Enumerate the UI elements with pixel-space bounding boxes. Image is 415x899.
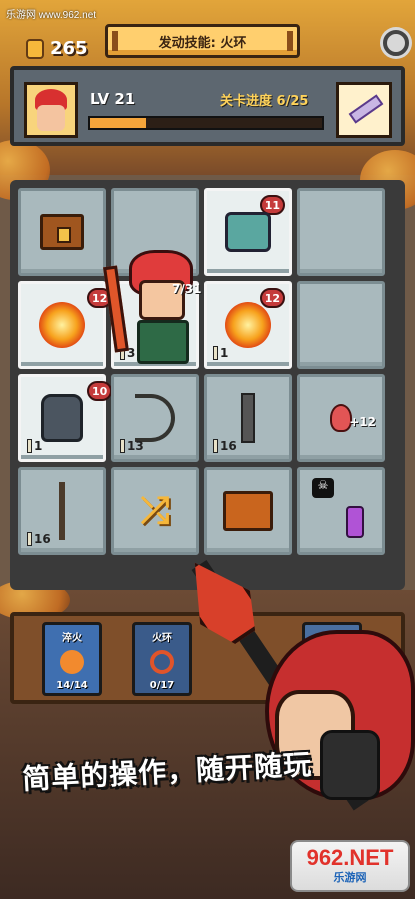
game-board: 11 12 3 12 1 10 1 13 16 +12 16 ⤮ ☠ <box>10 180 405 590</box>
board-tile[interactable]: 11 <box>204 188 292 276</box>
skull-icon: ☠ <box>312 478 334 498</box>
watermark-text: 乐游网 www.962.net <box>6 10 97 21</box>
sword-mini-icon <box>27 439 32 453</box>
skill-banner: 发动技能: 火环 <box>105 24 300 58</box>
tile-count: 16 <box>213 439 237 453</box>
site-logo-sub: 乐游网 <box>333 871 367 884</box>
board-tile[interactable]: 16 <box>18 467 106 555</box>
skill-card-quench[interactable]: 淬火 14/14 <box>42 622 102 696</box>
player-status-panel: LV 21 关卡进度 6/25 <box>10 66 405 146</box>
stage-progress-label: 关卡进度 6/25 <box>220 94 309 109</box>
blade-item-button[interactable] <box>336 82 392 138</box>
board-tile[interactable]: ☠ <box>297 467 385 555</box>
avatar[interactable] <box>24 82 78 138</box>
gear-icon[interactable] <box>383 30 409 56</box>
forge-icon <box>223 491 273 531</box>
board-tile[interactable]: 12 1 <box>204 281 292 369</box>
board-tile[interactable]: 16 <box>204 374 292 462</box>
tile-count-value: 16 <box>220 439 237 453</box>
arrow-icon <box>59 482 65 540</box>
sword-mini-icon <box>213 346 218 360</box>
tile-count: 16 <box>27 532 51 546</box>
tile-count: 1 <box>27 439 42 453</box>
board-tile[interactable]: 13 <box>111 374 199 462</box>
tile-count-value: 16 <box>34 532 51 546</box>
hero-character <box>103 250 210 380</box>
skull-altar-icon <box>225 212 271 252</box>
board-tile[interactable] <box>18 188 106 276</box>
sword-mini-icon <box>213 439 218 453</box>
tile-count-value: 13 <box>127 439 144 453</box>
skill-banner-text: 发动技能: 火环 <box>158 35 247 51</box>
gargoyle-icon <box>41 394 83 442</box>
poison-potion-icon <box>346 506 364 538</box>
potion-value: +12 <box>349 415 376 429</box>
board-tile[interactable]: +12 <box>297 374 385 462</box>
fire-elemental-icon <box>39 302 85 348</box>
torch-icon <box>60 650 84 674</box>
board-tile[interactable] <box>297 281 385 369</box>
shuffle-icon: ⤮ <box>140 490 170 531</box>
fire-ring-icon <box>150 650 174 674</box>
hero-hp-stat: 7/31 <box>172 282 202 296</box>
skill-card-fire-ring[interactable]: 火环 0/17 <box>132 622 192 696</box>
coin-icon <box>26 38 44 59</box>
tile-badge: 10 <box>87 381 113 401</box>
tile-count-value: 1 <box>34 439 43 453</box>
skill-count: 14/14 <box>56 680 88 691</box>
avatar-face <box>37 105 65 131</box>
tile-count: 1 <box>213 346 228 360</box>
bow-icon <box>135 394 175 442</box>
board-tile[interactable]: ⤮ <box>111 467 199 555</box>
board-tile[interactable] <box>297 188 385 276</box>
stage-progress-fill <box>90 118 146 128</box>
site-logo-number: 962.NET <box>306 845 394 870</box>
sword-mini-icon <box>27 532 32 546</box>
blade-icon <box>348 94 384 124</box>
skill-name: 淬火 <box>62 633 82 644</box>
tile-badge: 12 <box>259 288 285 308</box>
stage-progress-bar <box>88 116 324 130</box>
level-label: LV 21 <box>90 90 136 108</box>
hero-body <box>137 320 189 364</box>
hammer-icon <box>241 393 255 443</box>
skill-name: 火环 <box>152 633 172 644</box>
tile-count: 13 <box>120 439 144 453</box>
coin-count: 265 <box>50 38 88 59</box>
board-tile[interactable]: 12 <box>18 281 113 369</box>
board-tile[interactable]: 10 1 <box>18 374 113 462</box>
site-logo: 962.NET 乐游网 <box>290 840 410 892</box>
coin-counter: 265 <box>26 38 88 59</box>
tile-count-value: 1 <box>220 346 229 360</box>
fire-elemental-icon <box>225 302 271 348</box>
skill-count: 0/17 <box>149 680 175 691</box>
sword-mini-icon <box>120 439 125 453</box>
treasure-chest-icon <box>40 214 84 250</box>
board-tile[interactable] <box>204 467 292 555</box>
